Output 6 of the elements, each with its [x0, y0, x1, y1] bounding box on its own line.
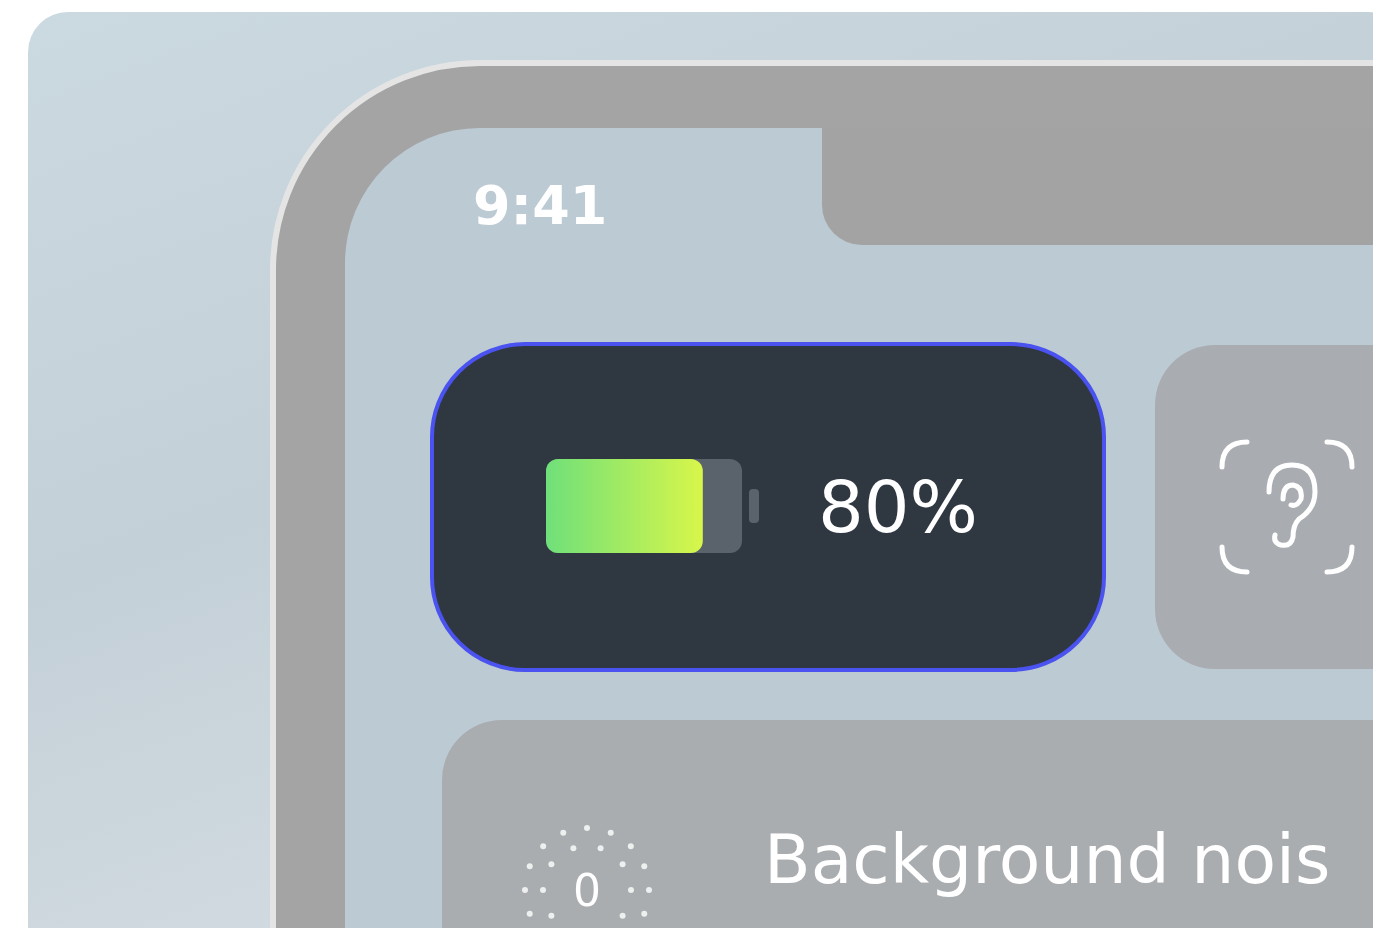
noise-title: Background nois [764, 820, 1331, 899]
status-time: 9:41 [473, 174, 608, 237]
battery-icon [546, 459, 762, 555]
ear-icon [1217, 437, 1357, 577]
battery-tile[interactable]: 80% [430, 342, 1106, 672]
hearing-tile[interactable] [1155, 345, 1373, 669]
